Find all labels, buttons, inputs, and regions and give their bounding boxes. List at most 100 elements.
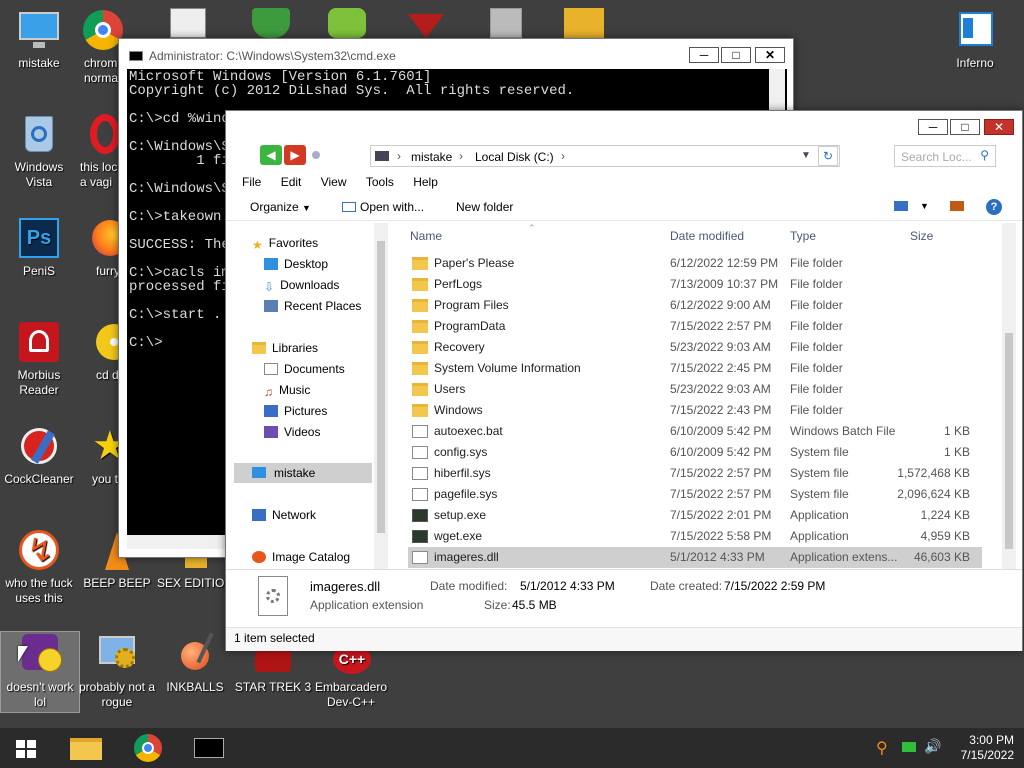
start-button[interactable]	[8, 732, 44, 764]
help-icon[interactable]: ?	[986, 199, 1002, 215]
breadcrumb-item[interactable]: mistake	[411, 150, 452, 164]
preview-pane-button[interactable]	[950, 201, 964, 211]
navigation-scrollbar[interactable]	[374, 223, 388, 569]
file-row[interactable]: imageres.dll 5/1/2012 4:33 PM Application …	[408, 547, 982, 568]
file-row[interactable]: setup.exe 7/15/2022 2:01 PM Application 1,2…	[408, 505, 982, 526]
desktop-icon-mistake[interactable]: mistake	[0, 8, 78, 71]
file-row[interactable]: ProgramData 7/15/2022 2:57 PM File folder	[408, 316, 982, 337]
column-header-date-modified[interactable]: Date modified	[670, 229, 744, 243]
address-bar[interactable]: › mistake › Local Disk (C:) › ▼	[370, 145, 840, 167]
menu-edit[interactable]: Edit	[281, 175, 302, 189]
taskbar-file-explorer[interactable]	[68, 732, 104, 764]
search-input[interactable]: Search Loc... ⚲	[894, 145, 996, 167]
file-row[interactable]: Windows 7/15/2022 2:43 PM File folder	[408, 400, 982, 421]
desktop-icon-penis[interactable]: Ps PeniS	[0, 216, 78, 279]
file-row[interactable]: Recovery 5/23/2022 9:03 AM File folder	[408, 337, 982, 358]
nav-network[interactable]: Network	[252, 505, 316, 525]
opera-icon	[78, 112, 120, 156]
desktop-icon-inkballs[interactable]: INKBALLS	[156, 632, 234, 695]
chevron-down-icon[interactable]: ▼	[920, 201, 929, 211]
back-button[interactable]: ◀	[260, 145, 282, 165]
cmd-close-button[interactable]: ✕	[755, 47, 785, 63]
desktop-icon-cd[interactable]: cd d	[78, 320, 120, 383]
nav-favorites[interactable]: ★ Favorites	[252, 233, 318, 253]
taskbar-cmd[interactable]	[190, 732, 228, 764]
taskbar-chrome[interactable]	[130, 732, 166, 764]
chevron-right-icon[interactable]: ›	[397, 149, 401, 163]
file-row[interactable]: autoexec.bat 6/10/2009 5:42 PM Windows Bat…	[408, 421, 982, 442]
scrollbar-thumb[interactable]	[377, 241, 385, 533]
nav-item-music[interactable]: ♫ Music	[264, 380, 310, 400]
file-row[interactable]: pagefile.sys 7/15/2022 2:57 PM System file…	[408, 484, 982, 505]
file-row[interactable]: hiberfil.sys 7/15/2022 2:57 PM System file…	[408, 463, 982, 484]
desktop-icon-doesnt-work-lol[interactable]: doesn't work lol	[0, 631, 80, 713]
file-list-scrollbar[interactable]	[1002, 223, 1016, 569]
file-row[interactable]: System Volume Information 7/15/2022 2:45 …	[408, 358, 982, 379]
file-row[interactable]: Program Files 6/12/2022 9:00 AM File folde…	[408, 295, 982, 316]
file-date-modified: 7/15/2022 2:43 PM	[670, 403, 772, 417]
settings-file-icon[interactable]	[490, 8, 522, 38]
chevron-right-icon[interactable]: ›	[459, 149, 463, 163]
organize-button[interactable]: Organize ▼	[250, 200, 311, 214]
desktop-icon-you-t[interactable]: ★ you t	[78, 424, 120, 487]
view-options-button[interactable]	[894, 201, 908, 211]
nav-image-catalog[interactable]: Image Catalog	[252, 547, 350, 567]
shield-icon[interactable]	[252, 8, 290, 38]
menu-help[interactable]: Help	[413, 175, 438, 189]
nav-item-recent-places[interactable]: Recent Places	[264, 296, 361, 316]
file-row[interactable]: config.sys 6/10/2009 5:42 PM System file 1 …	[408, 442, 982, 463]
scrollbar-thumb[interactable]	[1005, 333, 1013, 549]
gift-box-icon[interactable]	[564, 8, 604, 38]
menu-view[interactable]: View	[321, 175, 347, 189]
refresh-button[interactable]: ↻	[818, 146, 838, 166]
menu-tools[interactable]: Tools	[366, 175, 394, 189]
cmd-maximize-button[interactable]: □	[721, 47, 751, 63]
explorer-maximize-button[interactable]: □	[950, 119, 980, 135]
desktop-icon-probably-not-a-rogue[interactable]: probably not a rogue	[78, 632, 156, 710]
angry-birds-icon[interactable]	[328, 8, 366, 38]
menu-bar: File Edit View Tools Help	[242, 175, 454, 189]
address-dropdown-icon[interactable]: ▼	[801, 150, 811, 161]
recent-pages-button[interactable]	[312, 151, 320, 159]
desktop-icon-this-loc[interactable]: this loc a vagi	[78, 112, 120, 190]
cmd-minimize-button[interactable]: ─	[689, 47, 719, 63]
nav-item-videos[interactable]: Videos	[264, 422, 320, 442]
menu-file[interactable]: File	[242, 175, 261, 189]
desktop-icon-windows-vista[interactable]: Windows Vista	[0, 112, 78, 190]
column-header-size[interactable]: Size	[910, 229, 933, 243]
network-status-icon[interactable]	[902, 742, 916, 752]
explorer-minimize-button[interactable]: ─	[918, 119, 948, 135]
card-game-icon[interactable]	[170, 8, 206, 38]
clock[interactable]: 3:00 PM 7/15/2022	[944, 733, 1014, 763]
nav-libraries[interactable]: Libraries	[252, 338, 318, 358]
desktop-icon-inferno[interactable]: Inferno	[936, 8, 1014, 71]
search-icon[interactable]: ⚲	[876, 738, 888, 758]
column-header-type[interactable]: Type	[790, 229, 816, 243]
forward-button[interactable]: ▶	[284, 145, 306, 165]
search-icon[interactable]: ⚲	[980, 148, 989, 162]
nav-item-desktop[interactable]: Desktop	[264, 254, 328, 274]
desktop-icon-morbius-reader[interactable]: Morbius Reader	[0, 320, 78, 398]
file-row[interactable]: wget.exe 7/15/2022 5:58 PM Application 4,95…	[408, 526, 982, 547]
new-folder-button[interactable]: New folder	[456, 200, 513, 214]
navigation-pane: ★ Favorites Desktop ⇩ Downloads Recent Pla…	[234, 223, 384, 569]
volume-icon[interactable]: 🔊	[924, 738, 941, 755]
explorer-window[interactable]: ─ □ ✕ ◀ ▶ › mistake › Local Disk (C:) › …	[225, 110, 1023, 651]
chevron-right-icon[interactable]: ›	[561, 149, 565, 163]
nav-item-pictures[interactable]: Pictures	[264, 401, 327, 421]
breadcrumb-item[interactable]: Local Disk (C:)	[475, 150, 554, 164]
desktop-icon-cockcleaner[interactable]: CockCleaner	[0, 424, 78, 487]
file-row[interactable]: PerfLogs 7/13/2009 10:37 PM File folder	[408, 274, 982, 295]
red-logo-icon[interactable]	[408, 14, 444, 38]
file-row[interactable]: Users 5/23/2022 9:03 AM File folder	[408, 379, 982, 400]
column-header-name[interactable]: Name	[410, 229, 442, 243]
file-row[interactable]: Paper's Please 6/12/2022 12:59 PM File fol…	[408, 253, 982, 274]
open-with-button[interactable]: Open with...	[342, 200, 424, 214]
nav-item-computer-selected[interactable]: mistake	[234, 463, 372, 483]
explorer-close-button[interactable]: ✕	[984, 119, 1014, 135]
nav-item-downloads[interactable]: ⇩ Downloads	[264, 275, 339, 295]
desktop-icon-furry[interactable]: furry	[78, 216, 120, 279]
file-type: Application extens...	[790, 550, 898, 564]
nav-item-documents[interactable]: Documents	[264, 359, 345, 379]
desktop-icon-who-the-fuck-uses-this[interactable]: ↯ who the fuck uses this	[0, 528, 78, 606]
